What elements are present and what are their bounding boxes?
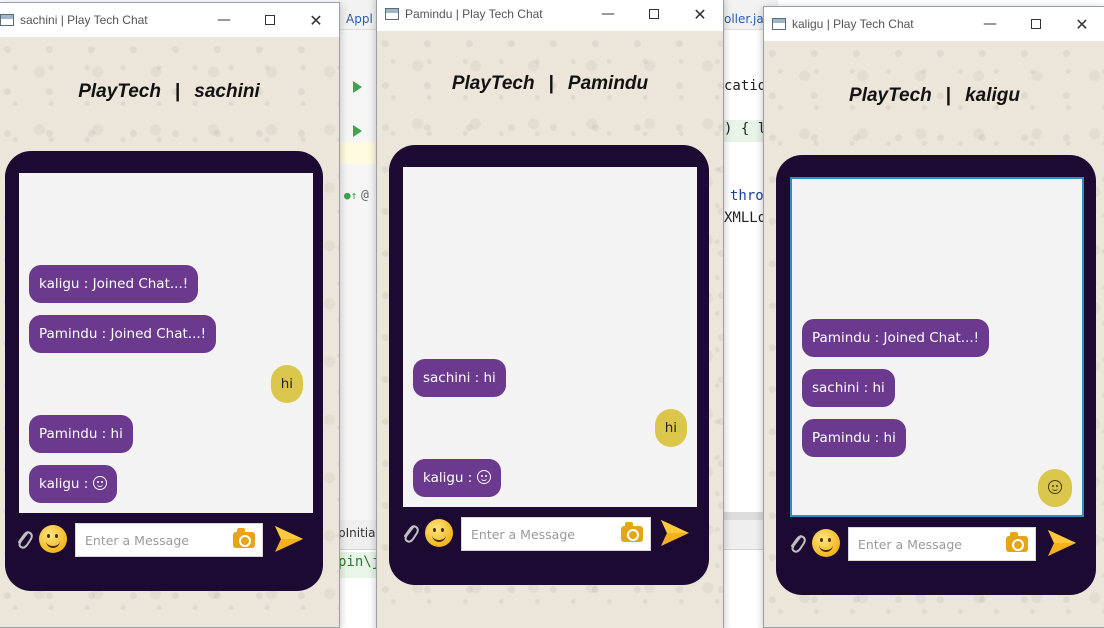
chat-heading: PlayTech | sachini bbox=[0, 81, 339, 103]
message-bubble-received: Pamindu : Joined Chat...! bbox=[802, 319, 990, 357]
chat-background: PlayTech | Pamindu sachini : hi hi kalig… bbox=[377, 31, 723, 628]
chat-background: PlayTech | sachini kaligu : Joined Chat.… bbox=[0, 37, 339, 627]
smiley-emoji-icon bbox=[1048, 480, 1062, 494]
attachment-clip-icon[interactable] bbox=[15, 525, 33, 551]
window-titlebar[interactable]: sachini | Play Tech Chat — ✕ bbox=[0, 3, 339, 37]
phone-frame: kaligu : Joined Chat...! Pamindu : Joine… bbox=[5, 151, 323, 591]
chat-window-pamindu[interactable]: Pamindu | Play Tech Chat — ✕ PlayTech | … bbox=[376, 0, 724, 628]
run-tab[interactable]: pInitial bbox=[338, 526, 379, 540]
send-icon[interactable] bbox=[273, 523, 305, 555]
console-text: pin\j bbox=[338, 554, 381, 570]
code-text: catio bbox=[724, 78, 767, 94]
run-gutter-icon[interactable] bbox=[353, 81, 362, 93]
window-titlebar[interactable]: Pamindu | Play Tech Chat — ✕ bbox=[377, 0, 723, 31]
smiley-emoji-icon bbox=[92, 476, 107, 490]
minimize-button[interactable]: — bbox=[585, 0, 631, 31]
brand-label: PlayTech bbox=[849, 85, 932, 106]
ide-tab-appl[interactable]: Appl bbox=[346, 12, 373, 26]
app-icon bbox=[772, 18, 786, 30]
code-text: ) { l bbox=[724, 121, 767, 137]
ide-current-line bbox=[338, 142, 376, 164]
heading-separator: | bbox=[548, 73, 554, 94]
message-bubble-received: sachini : hi bbox=[413, 359, 506, 397]
username-label: kaligu bbox=[965, 85, 1020, 106]
app-icon bbox=[385, 8, 399, 20]
camera-icon[interactable] bbox=[1006, 532, 1028, 552]
code-text: XMLLo bbox=[724, 210, 767, 226]
chat-window-sachini[interactable]: sachini | Play Tech Chat — ✕ PlayTech | … bbox=[0, 2, 340, 628]
close-button[interactable]: ✕ bbox=[677, 0, 723, 31]
window-title: Pamindu | Play Tech Chat bbox=[405, 7, 543, 21]
emoji-picker-icon[interactable] bbox=[425, 519, 453, 547]
minimize-button[interactable]: — bbox=[967, 7, 1013, 41]
chat-message-area[interactable]: Pamindu : Joined Chat...! sachini : hi P… bbox=[790, 177, 1084, 517]
brand-label: PlayTech bbox=[78, 81, 161, 102]
chat-message-area[interactable]: sachini : hi hi kaligu : bbox=[403, 167, 697, 507]
window-title: sachini | Play Tech Chat bbox=[20, 13, 148, 27]
message-bubble-received: sachini : hi bbox=[802, 369, 895, 407]
ide-gutter bbox=[338, 30, 376, 520]
message-bubble-received: Pamindu : hi bbox=[802, 419, 906, 457]
close-button[interactable]: ✕ bbox=[293, 3, 339, 37]
message-bubble-received: kaligu : Joined Chat...! bbox=[29, 265, 199, 303]
heading-separator: | bbox=[945, 85, 952, 106]
message-bubble-received: Pamindu : Joined Chat...! bbox=[29, 315, 217, 353]
chat-heading: PlayTech | Pamindu bbox=[377, 73, 723, 95]
message-bubble-sent bbox=[1038, 469, 1072, 507]
message-bubble-received: kaligu : bbox=[29, 465, 117, 503]
camera-icon[interactable] bbox=[621, 522, 643, 542]
send-icon[interactable] bbox=[659, 517, 691, 549]
phone-frame: Pamindu : Joined Chat...! sachini : hi P… bbox=[776, 155, 1096, 595]
window-controls: — ✕ bbox=[585, 0, 723, 31]
ide-divider bbox=[724, 512, 764, 520]
app-icon bbox=[0, 14, 14, 26]
chat-heading: PlayTech | kaligu bbox=[764, 85, 1104, 107]
username-label: sachini bbox=[194, 81, 260, 102]
maximize-button[interactable] bbox=[1013, 7, 1059, 41]
chat-window-kaligu[interactable]: kaligu | Play Tech Chat — ✕ PlayTech | k… bbox=[763, 6, 1104, 628]
camera-icon[interactable] bbox=[233, 528, 255, 548]
message-bubble-sent: hi bbox=[654, 409, 687, 447]
chat-background: PlayTech | kaligu Pamindu : Joined Chat.… bbox=[764, 41, 1104, 627]
smiley-emoji-icon bbox=[476, 470, 491, 484]
chat-message-area[interactable]: kaligu : Joined Chat...! Pamindu : Joine… bbox=[19, 173, 313, 513]
code-keyword: thro bbox=[730, 188, 764, 204]
attachment-clip-icon[interactable] bbox=[401, 519, 419, 545]
run-gutter-icon[interactable] bbox=[353, 125, 362, 137]
message-bubble-sent: hi bbox=[270, 365, 303, 403]
close-button[interactable]: ✕ bbox=[1059, 7, 1104, 41]
minimize-button[interactable]: — bbox=[201, 3, 247, 37]
maximize-button[interactable] bbox=[631, 0, 677, 31]
send-icon[interactable] bbox=[1046, 527, 1078, 559]
window-controls: — ✕ bbox=[967, 7, 1104, 41]
window-controls: — ✕ bbox=[201, 3, 339, 37]
attachment-clip-icon[interactable] bbox=[788, 529, 806, 555]
maximize-button[interactable] bbox=[247, 3, 293, 37]
heading-separator: | bbox=[174, 81, 181, 102]
message-bubble-received: Pamindu : hi bbox=[29, 415, 133, 453]
message-bubble-received: kaligu : bbox=[413, 459, 501, 497]
override-gutter-icon[interactable]: ●↑ bbox=[344, 189, 357, 202]
username-label: Pamindu bbox=[567, 73, 649, 94]
annotation-gutter-mark: @ bbox=[361, 188, 369, 203]
window-titlebar[interactable]: kaligu | Play Tech Chat — ✕ bbox=[764, 7, 1104, 41]
window-title: kaligu | Play Tech Chat bbox=[792, 17, 914, 31]
emoji-picker-icon[interactable] bbox=[39, 525, 67, 553]
emoji-picker-icon[interactable] bbox=[812, 529, 840, 557]
phone-frame: sachini : hi hi kaligu : bbox=[389, 145, 709, 585]
brand-label: PlayTech bbox=[451, 73, 535, 94]
